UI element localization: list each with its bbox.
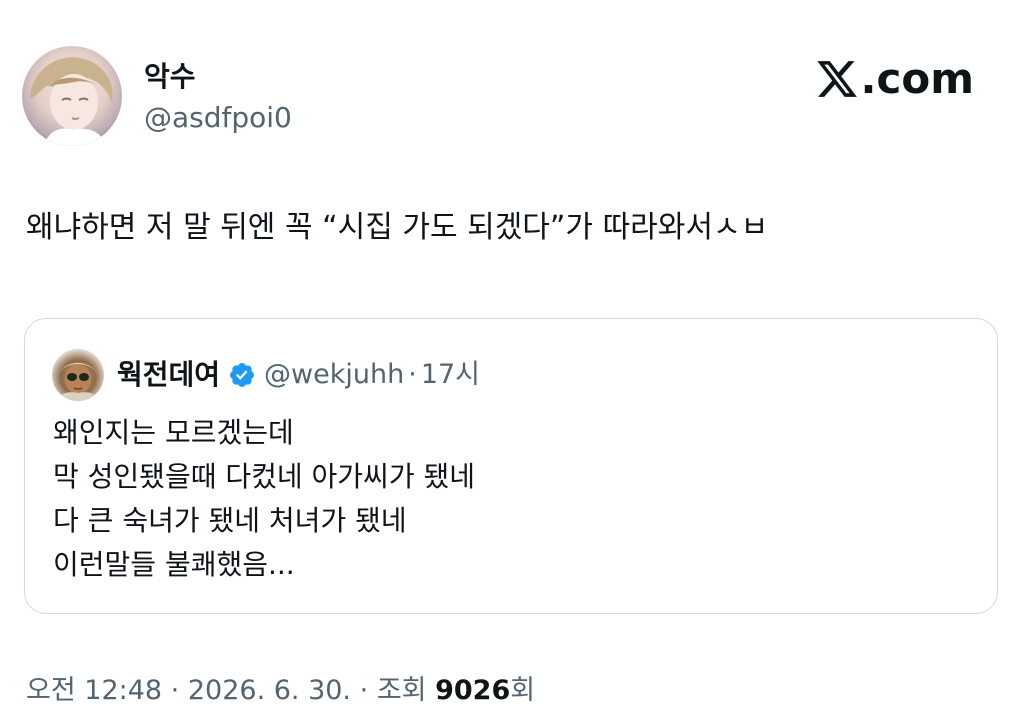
author-handle[interactable]: @asdfpoi0 <box>144 100 292 136</box>
tweet-meta: 오전 12:48 · 2026. 6. 30. · 조회 9026회 <box>26 671 535 711</box>
author-avatar[interactable] <box>22 46 122 146</box>
quoted-author-avatar[interactable] <box>52 349 104 401</box>
brand-label: .com <box>860 54 974 103</box>
meta-separator: · <box>359 675 369 706</box>
avatar-illustration <box>22 57 122 146</box>
author-display-name[interactable]: 악수 <box>144 60 196 94</box>
quoted-line: 다 큰 숙녀가 됐네 처녀가 됐네 <box>53 504 407 537</box>
tweet-date[interactable]: 2026. 6. 30. <box>188 675 351 706</box>
quoted-tweet-time[interactable]: 17시 <box>421 355 480 395</box>
views-count: 9026 <box>435 675 511 706</box>
tweet-screenshot: 악수 @asdfpoi0 .com 왜냐하면 저 말 뒤엔 꼭 “시집 가도 되… <box>0 0 1024 724</box>
quoted-separator: · <box>408 359 417 390</box>
meta-separator: · <box>170 675 180 706</box>
quoted-line: 막 성인됐을때 다컸네 아가씨가 됐네 <box>53 460 476 493</box>
quoted-line: 왜인지는 모르겠는데 <box>53 416 294 449</box>
quoted-tweet-card[interactable]: 웍전데여 @wekjuhh · 17시 왜인지는 모르겠는데 막 성인됐을때 다… <box>24 318 998 614</box>
views-label: 조회 <box>376 675 427 706</box>
x-logo-icon <box>816 61 857 97</box>
quoted-line: 이런말들 불쾌했음... <box>53 548 295 581</box>
quoted-author-display-name[interactable]: 웍전데여 <box>117 355 220 395</box>
quoted-avatar-illustration <box>56 363 100 401</box>
x-com-brand: .com <box>815 54 974 104</box>
quoted-tweet-body: 왜인지는 모르겠는데 막 성인됐을때 다컸네 아가씨가 됐네 다 큰 숙녀가 됐… <box>53 411 475 587</box>
verified-badge-icon <box>230 363 255 387</box>
views-suffix: 회 <box>510 675 536 706</box>
tweet-text: 왜냐하면 저 말 뒤엔 꼭 “시집 가도 되겠다”가 따라와서ㅅㅂ <box>26 210 769 245</box>
tweet-time[interactable]: 오전 12:48 <box>26 675 162 706</box>
quoted-tweet-header: 웍전데여 @wekjuhh · 17시 <box>117 355 480 395</box>
quoted-author-handle[interactable]: @wekjuhh <box>264 355 404 395</box>
